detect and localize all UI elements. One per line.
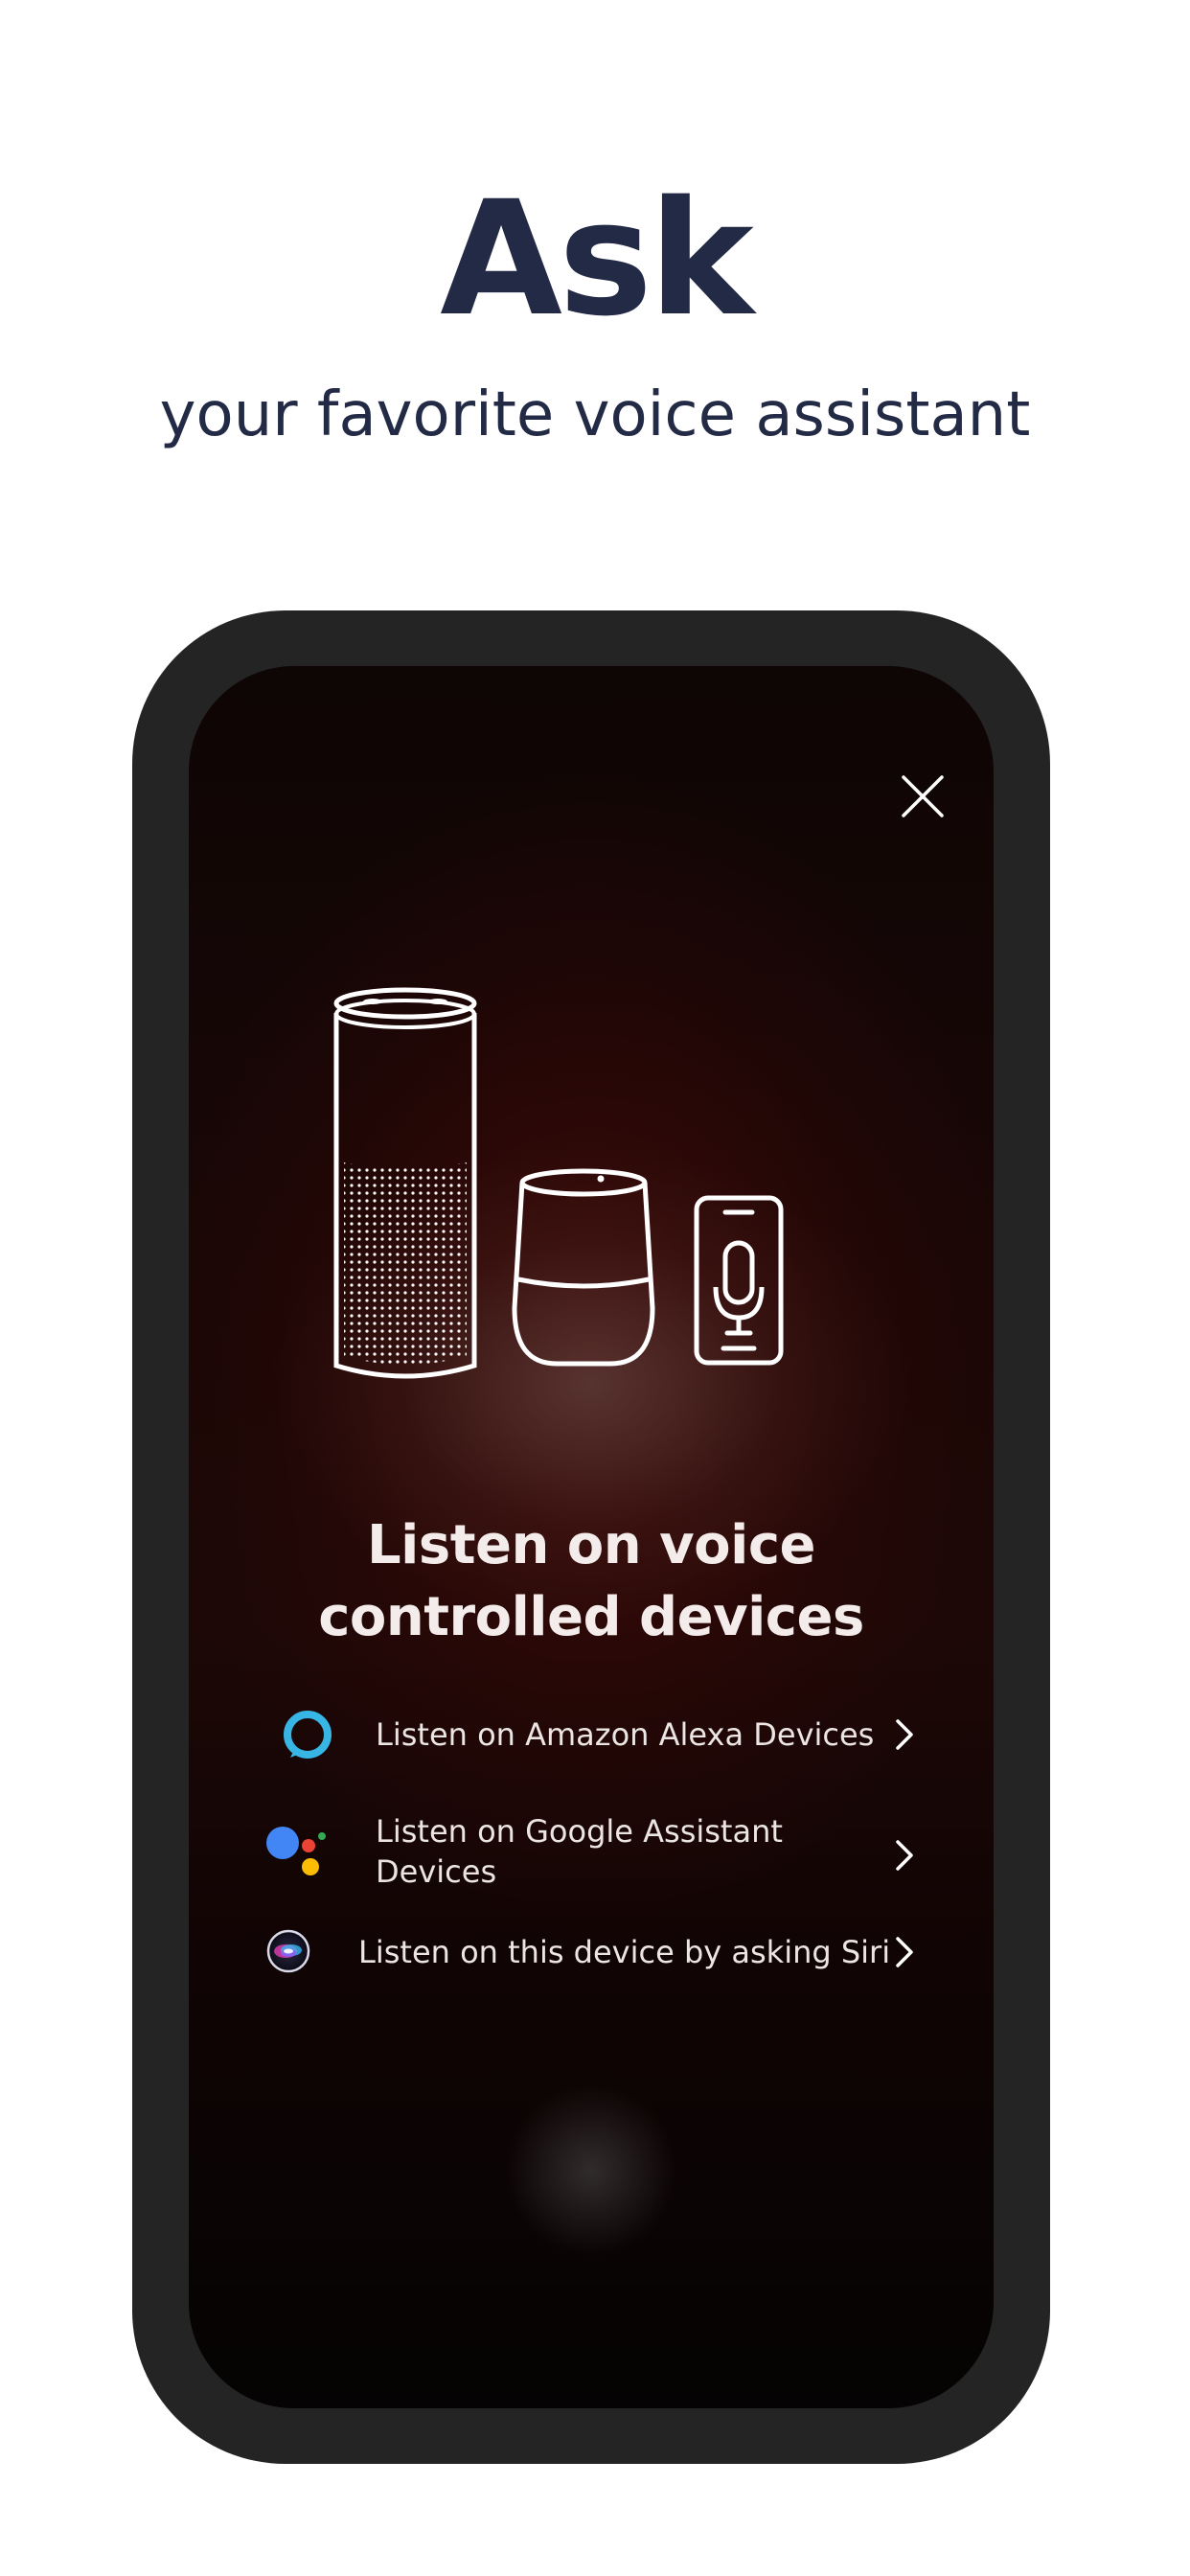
option-google-label-line1: Listen on Google Assistant (376, 1813, 783, 1850)
alexa-ring-icon (284, 1711, 332, 1759)
phone-microphone-icon (694, 1195, 784, 1366)
phone-screen: Listen on voice controlled devices Liste… (189, 666, 994, 2408)
screen-title: Listen on voice controlled devices (189, 1509, 994, 1653)
option-alexa-label: Listen on Amazon Alexa Devices (376, 1716, 875, 1753)
chevron-right-icon (892, 1935, 917, 1969)
chevron-right-icon (892, 1838, 917, 1873)
chevron-right-icon (892, 1717, 917, 1752)
page-subtitle: your favorite voice assistant (159, 380, 1031, 450)
option-siri[interactable]: Listen on this device by asking Siri (265, 1925, 917, 1979)
screen-title-line1: Listen on voice (366, 1514, 816, 1576)
screen-title-line2: controlled devices (318, 1586, 864, 1648)
smart-speaker-round-icon (512, 1168, 655, 1367)
close-button[interactable] (898, 771, 948, 821)
option-alexa[interactable]: Listen on Amazon Alexa Devices (265, 1706, 917, 1763)
close-icon (902, 775, 944, 817)
option-siri-label: Listen on this device by asking Siri (358, 1934, 891, 1970)
option-google-label-line2: Devices (376, 1853, 497, 1890)
smart-speaker-tall-icon (333, 987, 477, 1379)
option-google-assistant[interactable]: Listen on Google Assistant Devices (265, 1811, 917, 1898)
google-assistant-icon (266, 1827, 326, 1875)
siri-icon (266, 1929, 310, 1973)
voice-devices-illustration (332, 982, 869, 1404)
page-title: Ask (440, 167, 754, 351)
option-google-label: Listen on Google Assistant Devices (376, 1811, 783, 1892)
